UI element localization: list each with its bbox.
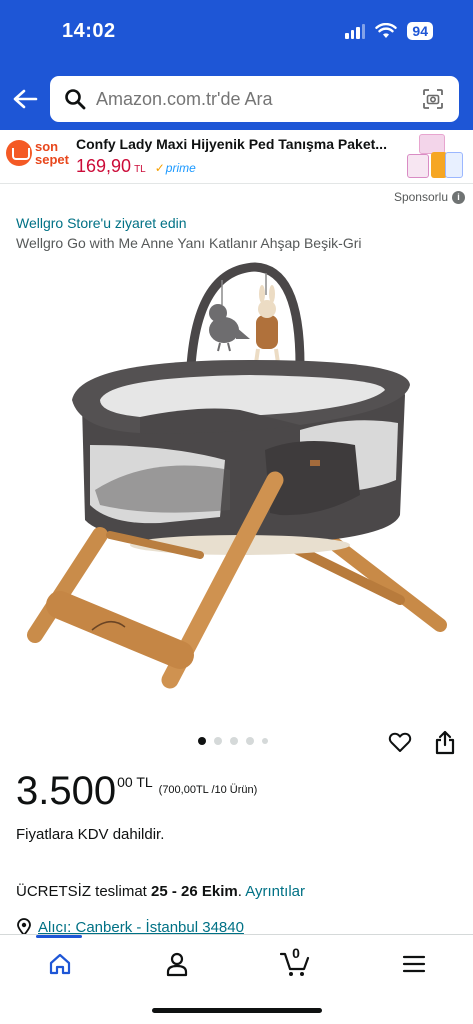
delivery-info: ÜCRETSİZ teslimat 25 - 26 Ekim. Ayrıntıl… xyxy=(16,883,305,900)
status-bar: 14:02 94 xyxy=(0,0,473,70)
heart-icon xyxy=(388,732,412,752)
status-icons: 94 xyxy=(345,22,433,40)
search-input[interactable] xyxy=(96,88,419,110)
sponsored-label: Sponsorlu i xyxy=(394,190,465,204)
delivery-details-link[interactable]: Ayrıntılar xyxy=(245,883,305,900)
pager-dot-active[interactable] xyxy=(198,737,206,745)
pager-dot[interactable] xyxy=(262,738,268,744)
sonsepet-logo: son sepet xyxy=(6,140,69,166)
vat-note: Fiyatlara KDV dahildir. xyxy=(16,826,165,843)
product-title: Wellgro Go with Me Anne Yanı Katlanır Ah… xyxy=(16,235,362,251)
nav-home[interactable] xyxy=(45,949,75,979)
prime-badge: ✓ prime xyxy=(155,161,196,175)
product-image[interactable] xyxy=(0,255,473,725)
price-whole: 3.500 xyxy=(16,769,117,813)
ad-title[interactable]: Confy Lady Maxi Hijyenik Ped Tanışma Pak… xyxy=(76,136,387,152)
price-block: 3.500 00 TL (700,00TL /10 Ürün) xyxy=(16,768,257,814)
price-fraction: 00 TL xyxy=(117,774,153,790)
wifi-icon xyxy=(375,23,398,38)
nav-menu[interactable] xyxy=(399,949,429,979)
pager-dot[interactable] xyxy=(214,737,222,745)
wishlist-button[interactable] xyxy=(388,730,412,754)
status-time: 14:02 xyxy=(62,20,116,42)
product-page: 14:02 94 Amazon.com.tr'de Ara son sepet … xyxy=(0,0,473,1024)
prime-label: prime xyxy=(165,161,196,175)
back-button[interactable] xyxy=(10,84,40,114)
sponsored-ad-banner[interactable]: son sepet Confy Lady Maxi Hijyenik Ped T… xyxy=(0,130,473,184)
image-pager[interactable] xyxy=(198,737,268,745)
address-link[interactable]: Alıcı: Canberk - İstanbul 34840 xyxy=(38,919,244,936)
ad-price: 169,90 TL ✓ prime xyxy=(76,156,196,177)
prime-check-icon: ✓ xyxy=(154,161,165,175)
search-icon xyxy=(62,86,88,112)
battery-indicator: 94 xyxy=(407,22,433,40)
share-button[interactable] xyxy=(434,729,456,755)
bassinet-illustration xyxy=(27,262,447,689)
search-header xyxy=(0,70,473,130)
nav-cart[interactable]: 0 xyxy=(280,945,310,979)
active-tab-indicator xyxy=(36,935,82,938)
sponsored-text: Sponsorlu xyxy=(393,190,448,204)
home-indicator xyxy=(152,1008,322,1013)
pager-dot[interactable] xyxy=(230,737,238,745)
menu-icon xyxy=(402,955,426,973)
home-icon xyxy=(49,953,71,975)
nav-account[interactable] xyxy=(162,949,192,979)
back-arrow-icon xyxy=(13,89,38,109)
delivery-dates: 25 - 26 Ekim xyxy=(151,883,238,900)
unit-price: (700,00TL /10 Ürün) xyxy=(158,784,258,796)
signal-icon xyxy=(345,23,366,39)
ad-price-currency: TL xyxy=(134,164,146,175)
delivery-prefix: ÜCRETSİZ teslimat xyxy=(16,883,152,900)
ad-price-value: 169,90 xyxy=(76,156,132,176)
store-link[interactable]: Wellgro Store'u ziyaret edin xyxy=(16,215,187,231)
basket-icon xyxy=(6,140,32,166)
logo-line-2: sepet xyxy=(35,152,69,167)
account-icon xyxy=(166,952,188,977)
cart-count: 0 xyxy=(292,945,300,961)
search-box[interactable] xyxy=(50,76,459,122)
pager-dot[interactable] xyxy=(246,737,254,745)
share-icon xyxy=(435,730,455,755)
info-icon[interactable]: i xyxy=(452,190,465,204)
ad-product-image[interactable] xyxy=(407,134,463,180)
camera-search-icon[interactable] xyxy=(419,85,447,113)
